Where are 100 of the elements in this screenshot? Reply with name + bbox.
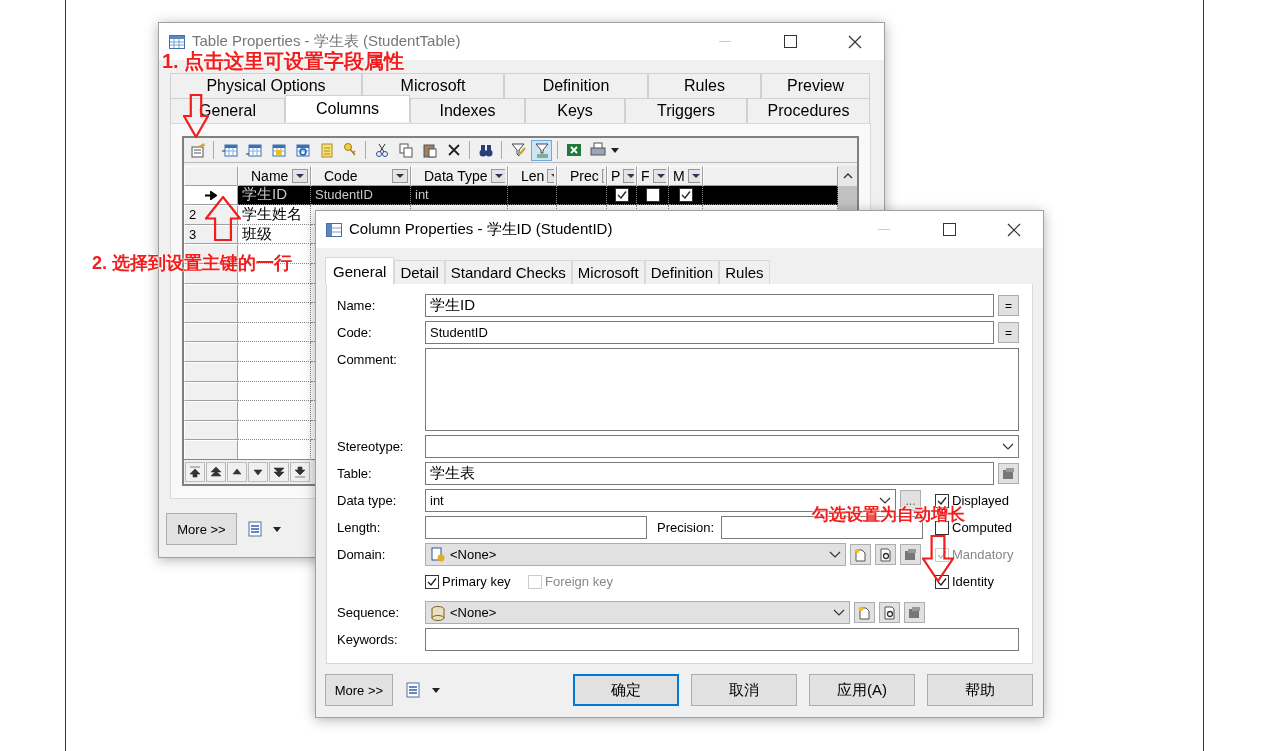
tab[interactable]: Preview [761, 73, 870, 98]
filter-icon[interactable] [533, 142, 550, 158]
dialog-button[interactable]: 确定 [573, 674, 680, 706]
properties-button[interactable] [998, 463, 1019, 484]
keywords-field[interactable] [425, 628, 1019, 651]
tab[interactable]: Definition [644, 260, 720, 284]
caret-icon[interactable] [392, 168, 408, 183]
column-header[interactable]: Data Type [411, 166, 508, 186]
column-header[interactable]: P [607, 166, 637, 186]
insert-row-icon[interactable] [245, 142, 262, 158]
table-field[interactable]: 学生表 [425, 462, 994, 485]
column-header[interactable]: M [669, 166, 703, 186]
refresh-table-icon[interactable] [293, 142, 310, 158]
print-icon[interactable] [589, 142, 606, 158]
more-button[interactable]: More >> [325, 674, 393, 706]
caret-icon[interactable] [432, 687, 440, 693]
arrow-up-icon [231, 466, 243, 478]
tab[interactable]: Indexes [410, 98, 525, 123]
column-title: Prec [570, 167, 599, 184]
column-header[interactable]: Prec [557, 166, 607, 186]
scroll-up-icon[interactable] [842, 172, 853, 179]
caret-icon[interactable] [623, 168, 634, 183]
stereotype-dropdown[interactable] [425, 435, 1019, 458]
tab[interactable]: Keys [525, 98, 625, 123]
binoculars-icon[interactable] [477, 142, 494, 158]
field-label: Code: [337, 325, 373, 340]
table-cell: 学生ID [238, 185, 311, 206]
caret-icon[interactable] [652, 168, 666, 183]
tab[interactable]: Microsoft [571, 260, 645, 284]
close-icon[interactable] [848, 34, 862, 49]
tab[interactable]: Physical Options [170, 73, 362, 98]
dialog-button[interactable]: 取消 [691, 674, 798, 706]
move-up-button[interactable] [206, 462, 226, 482]
caret-icon[interactable] [547, 168, 554, 183]
length-field[interactable] [425, 516, 647, 539]
name-field[interactable]: 学生ID [425, 294, 994, 317]
paste-icon[interactable] [421, 142, 438, 158]
more-button[interactable]: More >> [166, 513, 237, 545]
checkbox[interactable] [935, 493, 949, 508]
checkbox-label[interactable]: Identity [935, 574, 994, 589]
tab[interactable]: Detail [394, 260, 445, 284]
move-down-button[interactable] [290, 462, 310, 482]
key-icon[interactable] [341, 142, 358, 158]
equals-button[interactable]: = [998, 295, 1019, 316]
comment-field[interactable] [425, 348, 1019, 431]
table-cell: int [411, 185, 508, 206]
arrow-down-icon [252, 466, 264, 478]
move-up-button[interactable] [227, 462, 247, 482]
column-header[interactable]: Code [311, 166, 411, 186]
tab[interactable]: Columns [285, 95, 410, 122]
annotation-overlay: 2. 选择到设置主键的一行 [92, 254, 292, 272]
column-title: F [641, 167, 650, 184]
equals-button[interactable]: = [998, 322, 1019, 343]
properties-icon [1002, 467, 1015, 480]
caret-icon[interactable] [490, 168, 505, 183]
document-icon[interactable] [247, 521, 263, 537]
dialog-button[interactable]: 应用(A) [809, 674, 916, 706]
checkbox[interactable] [678, 187, 693, 202]
properties-icon[interactable] [189, 142, 206, 158]
checkbox[interactable] [645, 187, 660, 202]
checkbox[interactable] [425, 574, 439, 589]
tab[interactable]: General [325, 257, 395, 284]
caret-icon[interactable] [611, 147, 619, 153]
column-header[interactable]: F [637, 166, 669, 186]
maximize-icon[interactable] [942, 223, 956, 236]
browse-button[interactable] [875, 544, 896, 565]
document-icon[interactable] [404, 682, 421, 698]
code-field[interactable]: StudentID [425, 321, 994, 344]
copy-icon[interactable] [397, 142, 414, 158]
tab[interactable]: Microsoft [362, 73, 504, 98]
close-icon[interactable] [1007, 222, 1021, 237]
add-column-icon[interactable] [269, 142, 286, 158]
tab[interactable]: Triggers [625, 98, 747, 123]
annotation-overlay: 1. 点击这里可设置字段属性 [162, 51, 405, 71]
column-header[interactable]: Len [508, 166, 557, 186]
move-up-button[interactable] [185, 462, 205, 482]
tab[interactable]: Definition [504, 73, 648, 98]
tab[interactable]: Standard Checks [444, 260, 572, 284]
spreadsheet-icon[interactable] [565, 142, 582, 158]
tab[interactable]: Rules [719, 260, 770, 284]
move-down-button[interactable] [248, 462, 268, 482]
checkbox-label[interactable]: Primary key [425, 574, 524, 589]
sequence-dropdown[interactable]: <None> [425, 601, 850, 624]
domain-dropdown[interactable]: <None> [425, 543, 846, 566]
move-down-button[interactable] [269, 462, 289, 482]
filter-icon[interactable] [509, 142, 526, 158]
dialog-button[interactable]: 帮助 [927, 674, 1033, 706]
maximize-icon[interactable] [783, 35, 797, 48]
caret-icon[interactable] [273, 526, 281, 532]
browse-button[interactable] [879, 602, 900, 623]
add-row-icon[interactable] [221, 142, 238, 158]
column-title: Name [251, 167, 289, 184]
column-header[interactable]: Name [238, 166, 311, 186]
caret-icon[interactable] [687, 168, 700, 183]
scissors-icon[interactable] [373, 142, 390, 158]
tab[interactable]: Rules [648, 73, 761, 98]
delete-icon[interactable] [445, 142, 462, 158]
tab[interactable]: Procedures [747, 98, 870, 123]
caret-icon[interactable] [292, 168, 308, 183]
checkbox[interactable] [614, 187, 629, 202]
